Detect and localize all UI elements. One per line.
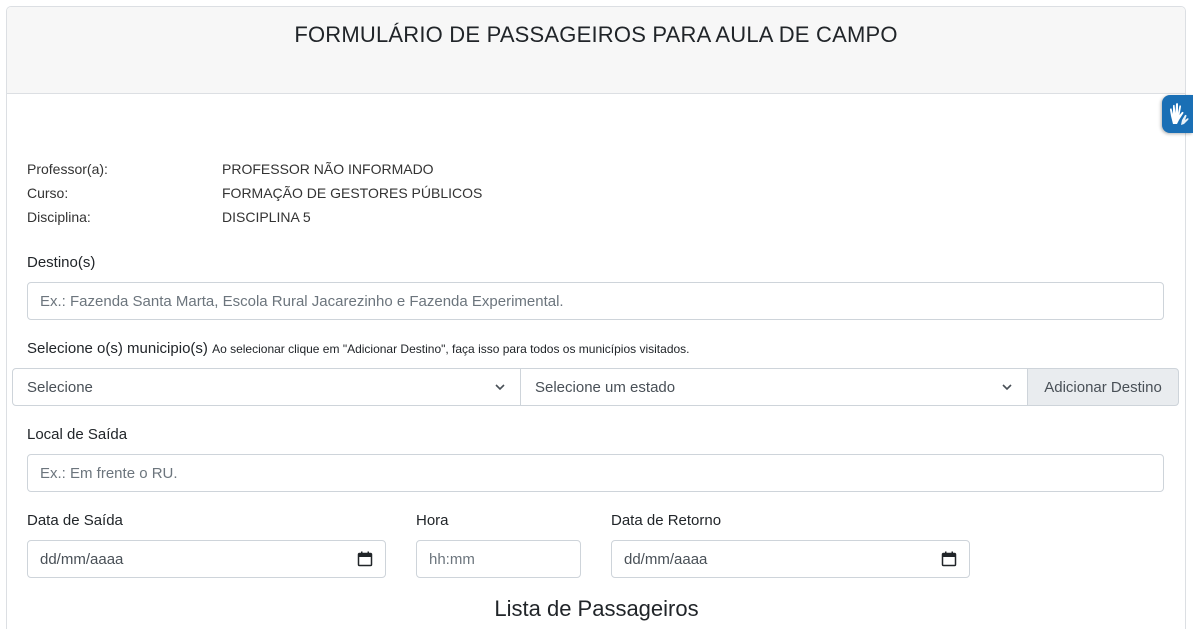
data-saida-input[interactable]: dd/mm/aaaa	[27, 540, 386, 578]
estado-select-value: Selecione um estado	[535, 378, 676, 396]
municipio-select-value: Selecione	[27, 378, 93, 396]
hora-placeholder: hh:mm	[429, 550, 475, 568]
accessibility-widget-button[interactable]	[1162, 95, 1193, 133]
info-row-disciplina: Disciplina: DISCIPLINA 5	[27, 205, 482, 229]
sign-language-hands-icon	[1169, 103, 1188, 125]
hora-label: Hora	[416, 512, 449, 529]
course-info: Professor(a): PROFESSOR NÃO INFORMADO Cu…	[27, 157, 482, 229]
chevron-down-icon	[495, 384, 505, 391]
professor-value: PROFESSOR NÃO INFORMADO	[222, 161, 434, 177]
info-row-curso: Curso: FORMAÇÃO DE GESTORES PÚBLICOS	[27, 181, 482, 205]
data-retorno-input[interactable]: dd/mm/aaaa	[611, 540, 970, 578]
page-title: FORMULÁRIO DE PASSAGEIROS PARA AULA DE C…	[294, 22, 898, 47]
municipio-select[interactable]: Selecione	[12, 368, 521, 406]
data-saida-label: Data de Saída	[27, 512, 123, 529]
chevron-down-icon	[1002, 384, 1012, 391]
data-saida-placeholder: dd/mm/aaaa	[40, 550, 124, 568]
add-destino-button[interactable]: Adicionar Destino	[1027, 368, 1179, 406]
local-saida-label: Local de Saída	[27, 426, 128, 443]
calendar-icon[interactable]	[357, 551, 373, 567]
passenger-list-title: Lista de Passageiros	[494, 596, 699, 621]
municipios-hint: Ao selecionar clique em "Adicionar Desti…	[212, 342, 690, 356]
calendar-icon[interactable]	[941, 551, 957, 567]
local-saida-input[interactable]: Ex.: Em frente o RU.	[27, 454, 1164, 492]
municipios-label-group: Selecione o(s) municipio(s) Ao seleciona…	[27, 340, 690, 357]
disciplina-value: DISCIPLINA 5	[222, 209, 311, 225]
curso-label: Curso:	[27, 185, 69, 201]
professor-label: Professor(a):	[27, 161, 108, 177]
hora-input[interactable]: hh:mm	[416, 540, 581, 578]
info-row-professor: Professor(a): PROFESSOR NÃO INFORMADO	[27, 157, 482, 181]
municipios-label: Selecione o(s) municipio(s)	[27, 340, 208, 357]
disciplina-label: Disciplina:	[27, 209, 91, 225]
data-retorno-label: Data de Retorno	[611, 512, 722, 529]
card-header: FORMULÁRIO DE PASSAGEIROS PARA AULA DE C…	[7, 7, 1185, 94]
destino-placeholder: Ex.: Fazenda Santa Marta, Escola Rural J…	[40, 292, 564, 310]
estado-select[interactable]: Selecione um estado	[520, 368, 1028, 406]
local-saida-placeholder: Ex.: Em frente o RU.	[40, 464, 178, 482]
destino-label: Destino(s)	[27, 254, 96, 271]
data-retorno-placeholder: dd/mm/aaaa	[624, 550, 708, 568]
destino-input[interactable]: Ex.: Fazenda Santa Marta, Escola Rural J…	[27, 282, 1164, 320]
curso-value: FORMAÇÃO DE GESTORES PÚBLICOS	[222, 185, 483, 201]
